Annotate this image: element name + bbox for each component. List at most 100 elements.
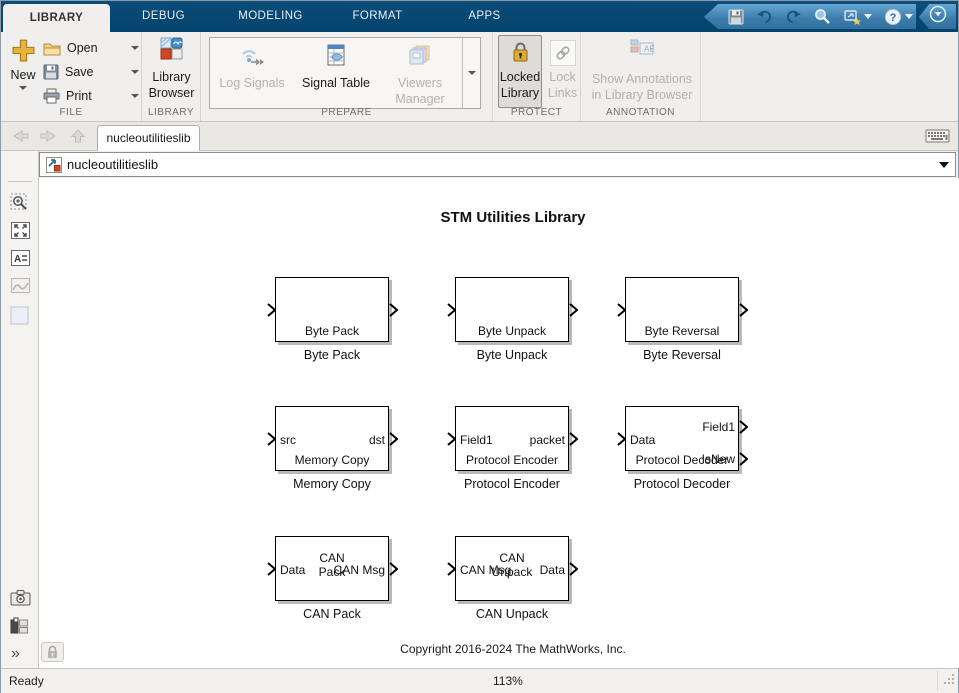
screenshot-icon[interactable] bbox=[10, 589, 31, 611]
tab-debug[interactable]: DEBUG bbox=[110, 1, 217, 32]
back-icon bbox=[9, 128, 30, 149]
block-protocol-encoder[interactable]: Field1 packet Protocol Encoder bbox=[455, 406, 569, 471]
save-label: Save bbox=[65, 65, 94, 79]
image-tool-icon bbox=[10, 277, 31, 299]
area-tool-icon[interactable] bbox=[10, 306, 29, 330]
library-browser-button[interactable]: Library Browser bbox=[144, 37, 199, 109]
output-port-label: Field1 bbox=[702, 420, 735, 434]
block-inner-label: Protocol Decoder bbox=[626, 453, 738, 467]
ribbon-section-library: Library Browser LIBRARY bbox=[142, 32, 201, 121]
block-name-label[interactable]: Memory Copy bbox=[252, 477, 412, 491]
section-label-prepare: PREPARE bbox=[201, 107, 492, 118]
library-canvas[interactable]: STM Utilities Library Byte Pack Byte Unp… bbox=[39, 178, 959, 668]
block-name-label[interactable]: Byte Reversal bbox=[602, 348, 762, 362]
annotation-tool-icon[interactable]: A bbox=[10, 249, 31, 272]
show-annotations-button: AE Show Annotations in Library Browser bbox=[587, 36, 697, 108]
dropdown-caret-icon[interactable] bbox=[131, 94, 139, 98]
dropdown-caret-icon[interactable] bbox=[19, 86, 27, 90]
status-separator bbox=[937, 671, 938, 691]
input-port-icon bbox=[447, 303, 456, 317]
input-port-label: Field1 bbox=[460, 433, 493, 447]
block-inner-label: Byte Unpack bbox=[456, 324, 568, 338]
minimize-toolstrip-icon[interactable] bbox=[929, 5, 947, 28]
printer-icon bbox=[43, 88, 60, 104]
dropdown-caret-icon[interactable] bbox=[131, 70, 139, 74]
quick-access-toolbar: ? bbox=[704, 4, 916, 29]
block-memory-copy[interactable]: src dst Memory Copy bbox=[275, 406, 389, 471]
lock-icon bbox=[46, 645, 59, 659]
output-port-label: Data bbox=[540, 563, 565, 577]
input-port-icon bbox=[447, 432, 456, 446]
section-label-file: FILE bbox=[1, 107, 141, 118]
ribbon-section-annotation: AE Show Annotations in Library Browser A… bbox=[581, 32, 701, 121]
save-button[interactable]: Save bbox=[43, 61, 139, 83]
show-annotations-label: Show Annotations in Library Browser bbox=[587, 71, 697, 104]
output-port-icon bbox=[569, 432, 578, 446]
new-button[interactable]: New bbox=[6, 38, 40, 108]
sidebar-separator bbox=[8, 181, 32, 182]
block-byte-pack[interactable]: Byte Pack bbox=[275, 277, 389, 342]
annotations-icon: AE bbox=[627, 38, 657, 60]
block-can-unpack[interactable]: CAN Msg Data CAN Unpack bbox=[455, 536, 569, 601]
signal-table-label: Signal Table bbox=[301, 76, 371, 92]
library-browser-dock-icon[interactable] bbox=[10, 617, 29, 641]
input-port-icon bbox=[267, 432, 276, 446]
save-icon[interactable] bbox=[728, 9, 744, 25]
address-breadcrumb[interactable]: nucleoutilitieslib bbox=[39, 152, 956, 177]
output-port-label: packet bbox=[530, 433, 565, 447]
signal-table-button[interactable]: Signal Table bbox=[294, 38, 378, 108]
document-tab[interactable]: nucleoutilitieslib bbox=[97, 125, 200, 151]
undo-icon bbox=[756, 9, 773, 24]
block-inner-label: Protocol Encoder bbox=[456, 453, 568, 467]
address-bar-row: nucleoutilitieslib bbox=[1, 151, 958, 178]
block-protocol-decoder[interactable]: Data Field1 IsNew Protocol Decoder bbox=[625, 406, 739, 471]
block-inner-label: Memory Copy bbox=[276, 453, 388, 467]
tab-library[interactable]: LIBRARY bbox=[3, 4, 110, 32]
block-name-label[interactable]: Byte Pack bbox=[252, 348, 412, 362]
open-label: Open bbox=[67, 41, 98, 55]
locked-library-toggle[interactable]: Locked Library bbox=[498, 35, 542, 108]
output-port-label: dst bbox=[369, 433, 385, 447]
signal-table-icon bbox=[325, 44, 347, 68]
keyboard-shortcuts-icon[interactable] bbox=[925, 128, 950, 149]
fit-to-view-icon[interactable] bbox=[10, 221, 31, 245]
expand-palette-icon[interactable]: » bbox=[11, 645, 19, 663]
folder-icon bbox=[43, 41, 61, 56]
print-label: Print bbox=[66, 89, 92, 103]
block-name-label[interactable]: CAN Unpack bbox=[432, 607, 592, 621]
print-button[interactable]: Print bbox=[43, 85, 139, 107]
section-label-annotation: ANNOTATION bbox=[581, 107, 700, 118]
block-byte-unpack[interactable]: Byte Unpack bbox=[455, 277, 569, 342]
search-icon[interactable] bbox=[814, 8, 831, 25]
tab-modeling[interactable]: MODELING bbox=[217, 1, 324, 32]
block-name-label[interactable]: Protocol Encoder bbox=[432, 477, 592, 491]
block-name-label[interactable]: CAN Pack bbox=[252, 607, 412, 621]
tab-format[interactable]: FORMAT bbox=[324, 1, 431, 32]
block-byte-reversal[interactable]: Byte Reversal bbox=[625, 277, 739, 342]
block-name-label[interactable]: Protocol Decoder bbox=[602, 477, 762, 491]
block-inner-label: Byte Reversal bbox=[626, 324, 738, 338]
add-shortcut-icon[interactable] bbox=[843, 9, 872, 25]
output-port-icon bbox=[739, 452, 748, 466]
dropdown-caret-icon[interactable] bbox=[131, 46, 139, 50]
address-path: nucleoutilitieslib bbox=[67, 157, 158, 172]
dropdown-caret-icon[interactable] bbox=[864, 14, 872, 19]
svg-text:A: A bbox=[14, 254, 21, 265]
dropdown-caret-icon[interactable] bbox=[905, 14, 913, 19]
up-icon bbox=[69, 128, 87, 150]
block-center-label: CAN Unpack bbox=[489, 552, 535, 580]
block-can-pack[interactable]: Data CAN Msg CAN Pack bbox=[275, 536, 389, 601]
resize-grip-icon[interactable] bbox=[944, 672, 955, 690]
help-icon[interactable]: ? bbox=[884, 8, 913, 26]
input-port-label: Data bbox=[630, 433, 655, 447]
ribbon-section-protect: Locked Library Lock Links PROTECT bbox=[493, 32, 581, 121]
address-dropdown-caret-icon[interactable] bbox=[939, 162, 949, 168]
block-name-label[interactable]: Byte Unpack bbox=[432, 348, 592, 362]
new-label: New bbox=[6, 68, 40, 82]
locked-library-label: Locked Library bbox=[499, 70, 541, 101]
ribbon: New Open Save Print FILE bbox=[1, 32, 958, 122]
open-button[interactable]: Open bbox=[43, 37, 139, 59]
tab-apps[interactable]: APPS bbox=[431, 1, 538, 32]
zoom-region-icon[interactable] bbox=[10, 193, 31, 219]
prepare-gallery-dropdown[interactable] bbox=[462, 38, 480, 108]
